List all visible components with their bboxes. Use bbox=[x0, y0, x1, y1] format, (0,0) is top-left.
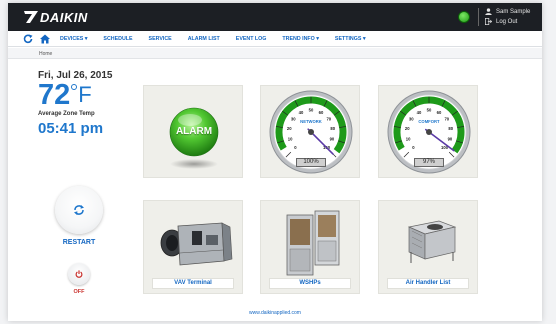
nav-item-trend-info[interactable]: TREND INFO ▾ bbox=[282, 36, 319, 42]
network-gauge-tick-label: 90 bbox=[330, 136, 335, 141]
header-divider bbox=[478, 8, 479, 26]
restart-button[interactable] bbox=[55, 186, 103, 234]
restart-label[interactable]: RESTART bbox=[55, 239, 103, 246]
nav-item-schedule[interactable]: SCHEDULE bbox=[103, 36, 132, 42]
network-gauge-readout: 100% bbox=[296, 158, 326, 167]
off-label[interactable]: OFF bbox=[63, 289, 95, 295]
comfort-gauge-readout: 97% bbox=[414, 158, 444, 167]
network-gauge-tick-label: 40 bbox=[299, 110, 304, 115]
network-gauge-tick-label: 20 bbox=[287, 126, 292, 131]
network-gauge-tick-label: 80 bbox=[330, 126, 335, 131]
comfort-gauge-tile[interactable]: 0 10 20 30 40 50 60 70 80 90 100 COMFORT 97% bbox=[378, 85, 478, 178]
daikin-logo-mark-icon bbox=[24, 11, 38, 23]
main-nav: DEVICES ▾ SCHEDULE SERVICE ALARM LIST EV… bbox=[8, 31, 542, 47]
brand-name: DAIKIN bbox=[40, 9, 88, 25]
current-time: 05:41 pm bbox=[38, 120, 104, 137]
comfort-gauge-hub bbox=[426, 129, 432, 135]
comfort-gauge-tick-label: 50 bbox=[427, 108, 432, 113]
home-icon[interactable] bbox=[40, 34, 50, 44]
degree-symbol bbox=[71, 84, 78, 90]
comfort-gauge-title: COMFORT bbox=[418, 119, 440, 124]
logout-label: Log Out bbox=[496, 18, 518, 25]
system-status-indicator bbox=[458, 11, 470, 23]
power-icon bbox=[75, 270, 83, 278]
network-gauge-title: NETWORK bbox=[300, 119, 322, 124]
average-zone-temp: 72 F bbox=[38, 79, 92, 111]
top-header: DAIKIN Sam Sample Log Out bbox=[8, 3, 542, 31]
breadcrumb: Home bbox=[8, 48, 542, 59]
temp-value: 72 bbox=[38, 79, 71, 111]
comfort-gauge-tick-label: 10 bbox=[406, 136, 411, 141]
vav-terminal-label: VAV Terminal bbox=[152, 278, 234, 289]
wshps-tile[interactable]: WSHPs bbox=[260, 200, 360, 294]
breadcrumb-home[interactable]: Home bbox=[39, 51, 52, 57]
comfort-gauge-tick-label: 80 bbox=[448, 126, 453, 131]
network-gauge-tile[interactable]: 0102030405060708090100 NETWORK 100% bbox=[260, 85, 360, 178]
restart-icon bbox=[74, 205, 84, 215]
comfort-gauge-tick-label: 20 bbox=[405, 126, 410, 131]
nav-item-alarm-list[interactable]: ALARM LIST bbox=[188, 36, 220, 42]
alarm-tile[interactable]: ALARM bbox=[143, 85, 243, 178]
daikin-logo[interactable]: DAIKIN bbox=[24, 9, 88, 25]
air-handler-list-tile[interactable]: Air Handler List bbox=[378, 200, 478, 294]
logout-link[interactable]: Log Out bbox=[485, 18, 517, 25]
network-gauge-tick-label: 10 bbox=[288, 136, 293, 141]
air-handler-list-label: Air Handler List bbox=[387, 278, 469, 289]
refresh-icon[interactable] bbox=[23, 34, 33, 44]
vav-terminal-tile[interactable]: VAV Terminal bbox=[143, 200, 243, 294]
alarm-label: ALARM bbox=[175, 126, 213, 137]
comfort-gauge-tick-label: 90 bbox=[448, 136, 453, 141]
nav-item-service[interactable]: SERVICE bbox=[149, 36, 172, 42]
nav-item-devices[interactable]: DEVICES ▾ bbox=[60, 36, 87, 42]
footer-website-link[interactable]: www.daikinapplied.com bbox=[8, 310, 542, 316]
nav-menu: DEVICES ▾ SCHEDULE SERVICE ALARM LIST EV… bbox=[60, 31, 382, 47]
network-gauge-tick-label: 50 bbox=[309, 108, 314, 113]
app-window: DAIKIN Sam Sample Log Out DEVICES ▾ SCHE… bbox=[8, 3, 542, 321]
nav-item-event-log[interactable]: EVENT LOG bbox=[236, 36, 267, 42]
comfort-gauge-tick-label: 60 bbox=[437, 110, 442, 115]
network-gauge-hub bbox=[308, 129, 314, 135]
nav-item-settings[interactable]: SETTINGS ▾ bbox=[335, 36, 366, 42]
comfort-gauge-tick-label: 40 bbox=[417, 110, 422, 115]
zone-temp-label: Average Zone Temp bbox=[38, 111, 95, 117]
logout-icon bbox=[485, 18, 492, 25]
wshps-label: WSHPs bbox=[269, 278, 351, 289]
user-name: Sam Sample bbox=[496, 8, 531, 15]
network-gauge-tick-label: 60 bbox=[319, 110, 324, 115]
temp-unit: F bbox=[78, 82, 92, 107]
user-account[interactable]: Sam Sample bbox=[485, 8, 530, 15]
off-button[interactable] bbox=[68, 263, 90, 285]
user-icon bbox=[485, 8, 492, 15]
